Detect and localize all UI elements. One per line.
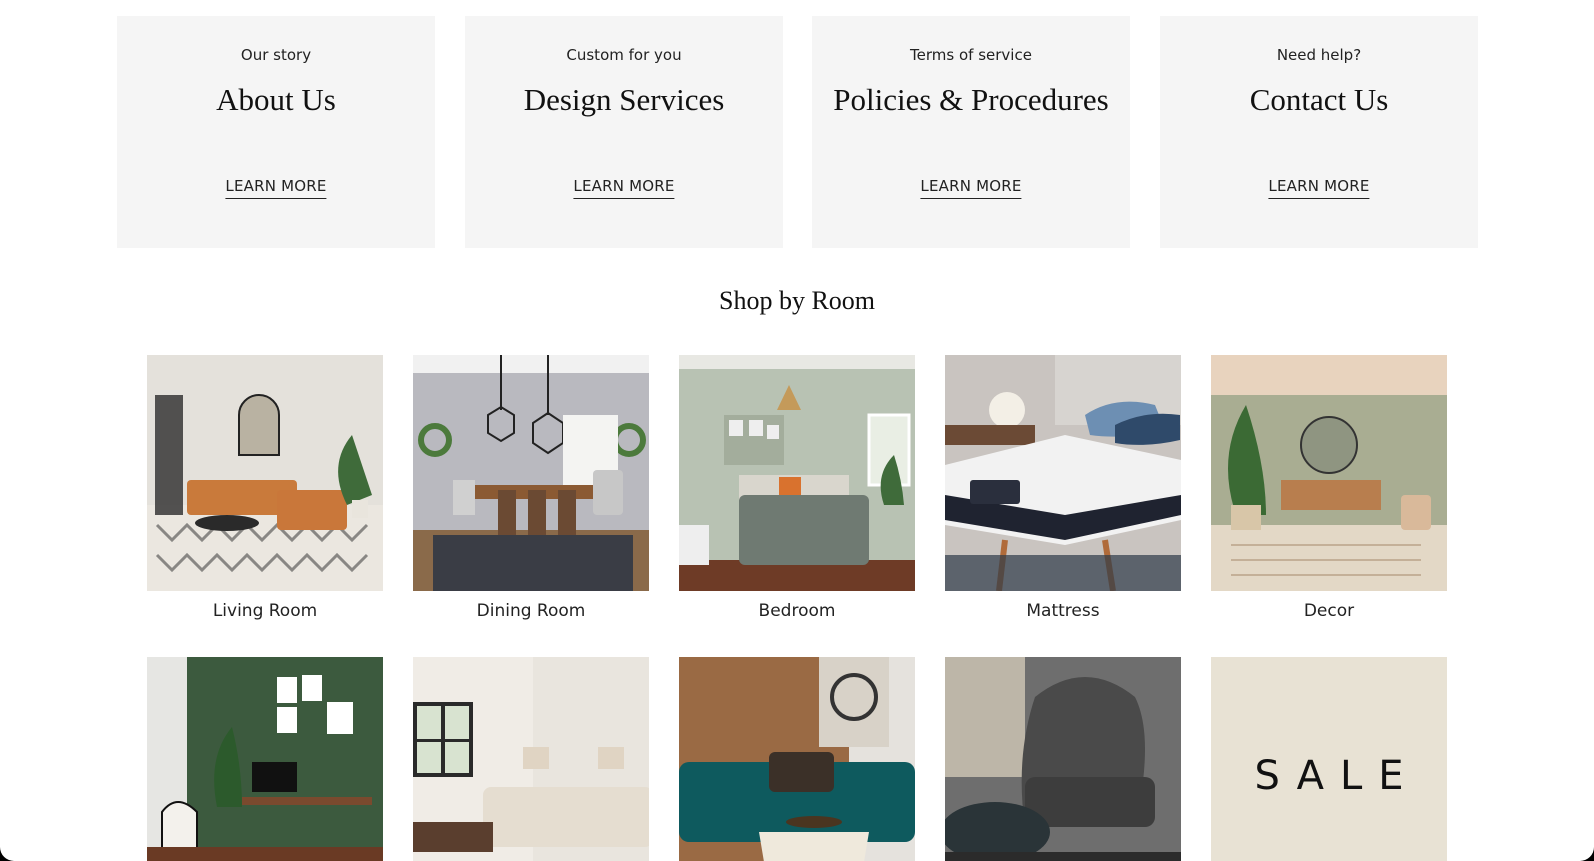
contact-us-learn-more-link[interactable]: LEARN MORE	[1268, 177, 1370, 199]
card-title: Design Services	[523, 82, 725, 117]
design-services-card: Custom for you Design Services LEARN MOR…	[465, 16, 783, 248]
decor-image	[1211, 355, 1447, 591]
room-label: Bedroom	[758, 601, 836, 621]
living-space-image	[413, 657, 649, 861]
bedroom-image	[679, 355, 915, 591]
room-label: Decor	[1303, 601, 1355, 621]
dining-room-image	[413, 355, 649, 591]
card-kicker: Need help?	[1276, 46, 1362, 64]
room-label: Living Room	[212, 601, 318, 621]
living-room-image	[147, 355, 383, 591]
page: Our story About Us LEARN MORE Custom for…	[0, 0, 1594, 861]
design-services-learn-more-link[interactable]: LEARN MORE	[573, 177, 675, 199]
card-kicker: Custom for you	[566, 46, 682, 64]
policies-card: Terms of service Policies & Procedures L…	[812, 16, 1130, 248]
card-kicker: Terms of service	[910, 46, 1032, 64]
policies-learn-more-link[interactable]: LEARN MORE	[920, 177, 1022, 199]
card-title: Contact Us	[1249, 82, 1389, 117]
card-kicker: Our story	[240, 46, 312, 64]
chair-image	[945, 657, 1181, 861]
office-image	[147, 657, 383, 861]
contact-us-card: Need help? Contact Us LEARN MORE	[1160, 16, 1478, 248]
info-cards-row: Our story About Us LEARN MORE Custom for…	[117, 16, 1478, 248]
sale-text: SALE	[1254, 753, 1420, 799]
shop-by-room-heading: Shop by Room	[718, 286, 876, 315]
card-title: Policies & Procedures	[833, 82, 1109, 117]
room-label: Dining Room	[476, 601, 586, 621]
room-label: Mattress	[1026, 601, 1100, 621]
about-us-learn-more-link[interactable]: LEARN MORE	[225, 177, 327, 199]
card-title: About Us	[216, 82, 336, 117]
about-us-card: Our story About Us LEARN MORE	[117, 16, 435, 248]
lounge-image	[679, 657, 915, 861]
sale-background: SALE	[1211, 657, 1447, 861]
mattress-image	[945, 355, 1181, 591]
